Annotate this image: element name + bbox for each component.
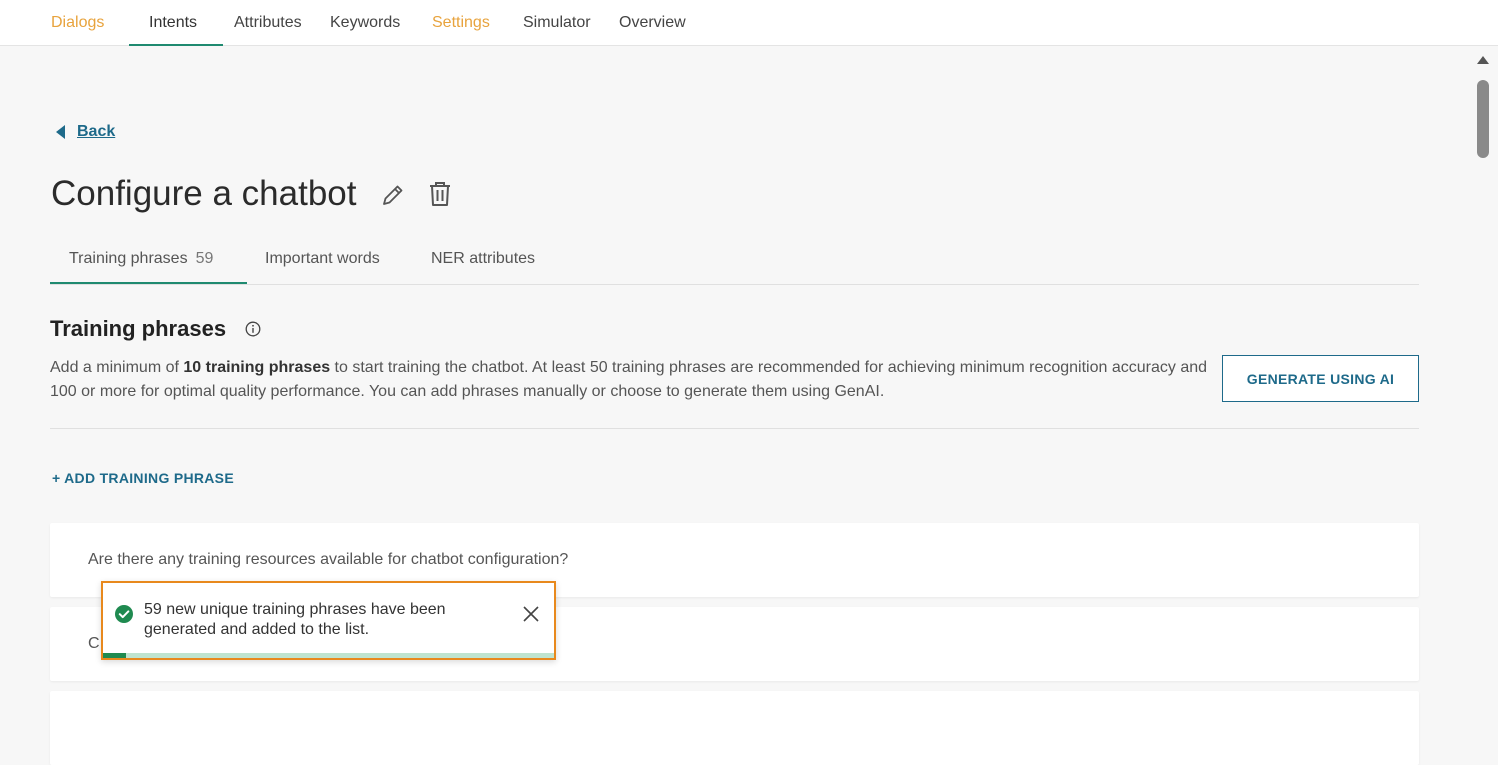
tab-ner-attributes[interactable]: NER attributes	[431, 250, 535, 268]
add-training-phrase-button[interactable]: + ADD TRAINING PHRASE	[52, 470, 234, 486]
description-bold-text: 10 training phrases	[183, 359, 331, 376]
nav-tab-attributes[interactable]: Attributes	[234, 0, 302, 46]
nav-tab-settings[interactable]: Settings	[432, 0, 490, 46]
close-icon[interactable]	[522, 605, 540, 623]
training-phrase-text: C	[88, 635, 100, 652]
training-phrases-count: 59	[195, 250, 214, 267]
intent-subtabs: Training phrases 59 Important words NER a…	[50, 240, 1419, 285]
tab-important-words[interactable]: Important words	[265, 250, 380, 268]
success-toast: 59 new unique training phrases have been…	[101, 581, 556, 660]
section-title: Training phrases	[50, 316, 227, 341]
check-circle-icon	[115, 605, 133, 623]
pencil-icon[interactable]	[380, 182, 406, 208]
nav-tab-overview[interactable]: Overview	[619, 0, 686, 46]
nav-tab-simulator[interactable]: Simulator	[523, 0, 591, 46]
active-tab-underline	[129, 44, 223, 46]
back-label: Back	[77, 123, 116, 140]
info-icon[interactable]	[245, 321, 261, 337]
tab-training-phrases-label: Training phrases	[69, 250, 188, 267]
section-divider	[50, 428, 1419, 429]
nav-tab-intents[interactable]: Intents	[149, 0, 197, 46]
back-link[interactable]: Back	[56, 122, 115, 142]
toast-message: 59 new unique training phrases have been…	[144, 601, 446, 638]
tab-training-phrases[interactable]: Training phrases 59	[69, 250, 213, 268]
active-subtab-underline	[50, 282, 247, 284]
nav-tab-dialogs[interactable]: Dialogs	[51, 0, 104, 46]
generate-using-ai-button[interactable]: GENERATE USING AI	[1222, 355, 1419, 402]
top-navigation: Dialogs Intents Attributes Keywords Sett…	[0, 0, 1498, 46]
nav-tab-keywords[interactable]: Keywords	[330, 0, 400, 46]
caret-left-icon	[56, 125, 65, 139]
toast-progress-fill	[103, 653, 126, 658]
scroll-up-arrow-icon[interactable]	[1477, 56, 1489, 64]
list-item[interactable]	[50, 691, 1419, 765]
toast-progress-track	[103, 653, 554, 658]
description-text-start: Add a minimum of	[50, 359, 184, 376]
scrollbar-thumb[interactable]	[1477, 80, 1489, 158]
section-description: Add a minimum of 10 training phrases to …	[50, 356, 1210, 404]
training-phrase-text: Are there any training resources availab…	[88, 551, 569, 568]
page-title: Configure a chatbot	[51, 174, 357, 213]
trash-icon[interactable]	[427, 180, 453, 208]
